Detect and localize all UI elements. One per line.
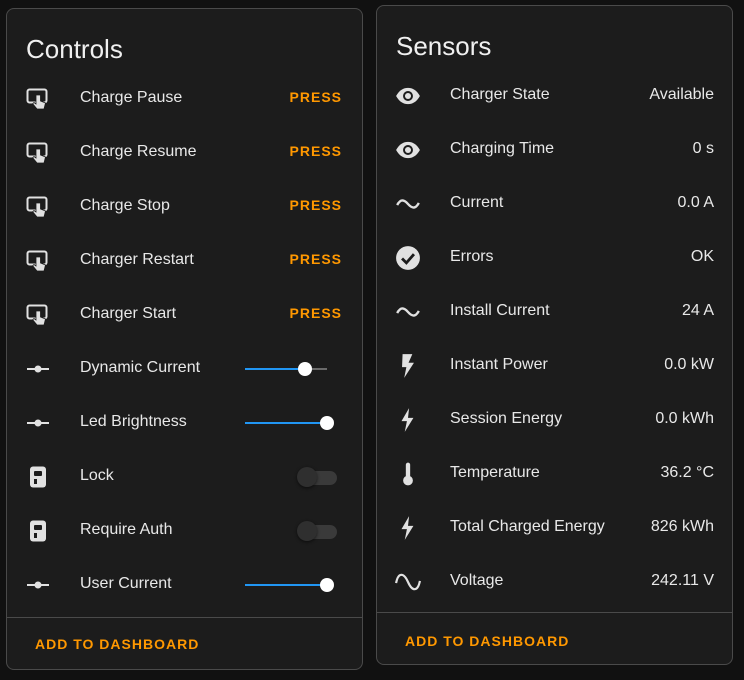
ray-vertex-icon: [24, 409, 52, 437]
current-ac-icon: [394, 190, 422, 218]
lock-toggle[interactable]: [297, 467, 339, 487]
sensor-value: 24 A: [681, 302, 714, 319]
toggle-knob[interactable]: [297, 521, 317, 541]
check-circle-icon: [394, 244, 422, 272]
sensor-label: Errors: [450, 248, 494, 265]
sensor-label: Charger State: [450, 86, 550, 103]
ev-plug-icon: [24, 517, 52, 545]
led-brightness-slider[interactable]: [245, 416, 334, 430]
control-label: Charger Start: [80, 305, 177, 322]
gesture-tap-button-icon: [24, 301, 52, 329]
control-label: Require Auth: [80, 521, 173, 538]
control-label: Dynamic Current: [80, 359, 201, 376]
control-label: Charge Resume: [80, 143, 197, 160]
lightning-bolt-icon: [394, 514, 422, 542]
charge-stop-press-button[interactable]: PRESS: [290, 197, 342, 213]
sensor-value: 0.0 kWh: [655, 410, 714, 427]
sensor-label: Install Current: [450, 302, 550, 319]
control-row-dynamic-current: Dynamic Current: [7, 342, 362, 396]
sensor-value: 0.0 A: [677, 194, 714, 211]
control-row-user-current: User Current: [7, 558, 362, 612]
sensor-label: Temperature: [450, 464, 540, 481]
control-row-charge-stop: Charge Stop PRESS: [7, 180, 362, 234]
lightning-bolt-icon: [394, 406, 422, 434]
ray-vertex-icon: [24, 355, 52, 383]
slider-thumb[interactable]: [320, 416, 334, 430]
sensor-row-temperature[interactable]: Temperature 36.2 °C: [377, 447, 732, 501]
sensor-row-charger-state[interactable]: Charger State Available: [377, 69, 732, 123]
slider-fill: [245, 422, 327, 424]
sensor-row-session-energy[interactable]: Session Energy 0.0 kWh: [377, 393, 732, 447]
toggle-knob[interactable]: [297, 467, 317, 487]
sine-wave-icon: [394, 568, 422, 596]
thermometer-icon: [394, 460, 422, 488]
control-row-charge-pause: Charge Pause PRESS: [7, 72, 362, 126]
sensor-label: Current: [450, 194, 504, 211]
gesture-tap-button-icon: [24, 85, 52, 113]
control-row-require-auth: Require Auth: [7, 504, 362, 558]
sensor-value: 0 s: [692, 140, 714, 157]
flash-icon: [394, 352, 422, 380]
sensor-value: 826 kWh: [650, 518, 714, 535]
sensors-card: Sensors Charger State Available Charging…: [376, 5, 733, 665]
charger-start-press-button[interactable]: PRESS: [290, 305, 342, 321]
sensor-value: 36.2 °C: [660, 464, 714, 481]
charge-resume-press-button[interactable]: PRESS: [290, 143, 342, 159]
control-label: Charge Stop: [80, 197, 170, 214]
sensor-value: 0.0 kW: [664, 356, 714, 373]
dynamic-current-slider[interactable]: [245, 362, 327, 376]
control-label: Led Brightness: [80, 413, 187, 430]
sensor-label: Charging Time: [450, 140, 555, 157]
charge-pause-press-button[interactable]: PRESS: [290, 89, 342, 105]
sensor-value: OK: [690, 248, 714, 265]
control-label: Lock: [80, 467, 114, 484]
sensor-label: Session Energy: [450, 410, 563, 427]
sensor-label: Voltage: [450, 572, 504, 589]
slider-fill: [245, 368, 305, 370]
control-label: Charge Pause: [80, 89, 183, 106]
sensor-row-install-current[interactable]: Install Current 24 A: [377, 285, 732, 339]
sensor-row-charging-time[interactable]: Charging Time 0 s: [377, 123, 732, 177]
add-to-dashboard-button[interactable]: ADD TO DASHBOARD: [35, 636, 199, 652]
gesture-tap-button-icon: [24, 247, 52, 275]
slider-thumb[interactable]: [297, 362, 312, 376]
sensor-row-instant-power[interactable]: Instant Power 0.0 kW: [377, 339, 732, 393]
sensor-row-current[interactable]: Current 0.0 A: [377, 177, 732, 231]
ev-plug-icon: [24, 463, 52, 491]
ray-vertex-icon: [24, 571, 52, 599]
gesture-tap-button-icon: [24, 139, 52, 167]
add-to-dashboard-button[interactable]: ADD TO DASHBOARD: [405, 633, 569, 649]
control-label: User Current: [80, 575, 172, 592]
require-auth-toggle[interactable]: [297, 521, 339, 541]
sensor-value: Available: [649, 86, 714, 103]
sensor-row-errors[interactable]: Errors OK: [377, 231, 732, 285]
eye-icon: [394, 82, 422, 110]
sensor-row-voltage[interactable]: Voltage 242.11 V: [377, 555, 732, 609]
user-current-slider[interactable]: [245, 578, 334, 592]
sensor-label: Total Charged Energy: [450, 518, 605, 535]
sensors-title: Sensors: [396, 31, 492, 61]
current-ac-icon: [394, 298, 422, 326]
gesture-tap-button-icon: [24, 193, 52, 221]
sensor-value: 242.11 V: [651, 572, 714, 589]
sensor-row-total-charged-energy[interactable]: Total Charged Energy 826 kWh: [377, 501, 732, 555]
slider-thumb[interactable]: [320, 578, 334, 592]
control-label: Charger Restart: [80, 251, 194, 268]
charger-restart-press-button[interactable]: PRESS: [290, 251, 342, 267]
slider-fill: [245, 584, 327, 586]
control-row-charger-restart: Charger Restart PRESS: [7, 234, 362, 288]
control-row-led-brightness: Led Brightness: [7, 396, 362, 450]
sensor-label: Instant Power: [450, 356, 548, 373]
eye-icon: [394, 136, 422, 164]
card-divider: [7, 617, 362, 618]
card-divider: [377, 612, 732, 613]
control-row-lock: Lock: [7, 450, 362, 504]
controls-title: Controls: [26, 34, 123, 64]
controls-card: Controls Charge Pause PRESS Charge Resum…: [6, 8, 363, 670]
control-row-charger-start: Charger Start PRESS: [7, 288, 362, 342]
control-row-charge-resume: Charge Resume PRESS: [7, 126, 362, 180]
